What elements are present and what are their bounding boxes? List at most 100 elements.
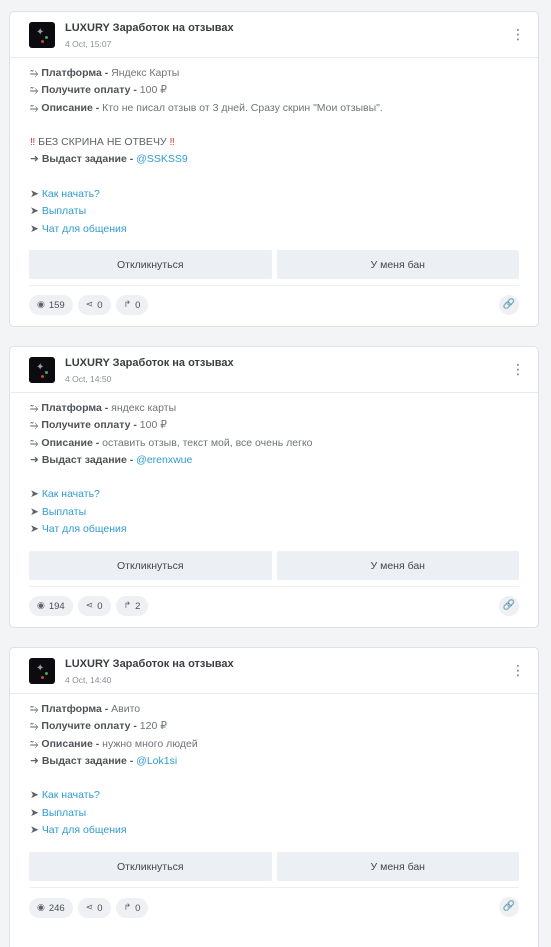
share-icon: ⋖ bbox=[85, 601, 94, 611]
forwards-counter[interactable]: ↱ 0 bbox=[115, 295, 149, 315]
more-options-icon[interactable]: ⋮ bbox=[511, 26, 525, 42]
more-options-icon[interactable]: ⋮ bbox=[511, 662, 525, 678]
forwards-counter[interactable]: ↱ 2 bbox=[115, 596, 149, 616]
shares-count: 0 bbox=[97, 600, 103, 612]
divider bbox=[10, 693, 538, 694]
link-payouts[interactable]: Выплаты bbox=[42, 807, 86, 819]
post-body: ⥲ Платформа - Яндекс Карты ⥲ Получите опла… bbox=[30, 65, 524, 238]
link-icon[interactable]: 🔗 bbox=[499, 596, 519, 616]
shares-counter[interactable]: ⋖ 0 bbox=[77, 596, 111, 616]
arrow-icon: ⥲ bbox=[30, 720, 39, 733]
forwards-counter[interactable]: ↱ 0 bbox=[115, 898, 149, 918]
post-actions: Откликнуться У меня бан bbox=[29, 551, 519, 580]
divider bbox=[29, 285, 519, 286]
link-how-to-start[interactable]: Как начать? bbox=[42, 789, 100, 801]
task-contact-link[interactable]: @SSKSS9 bbox=[136, 153, 188, 165]
eye-icon: ◉ bbox=[37, 601, 45, 611]
channel-avatar[interactable]: ✦ bbox=[29, 357, 55, 383]
divider bbox=[10, 57, 538, 58]
arrow-icon: ⥲ bbox=[30, 84, 39, 97]
banned-button[interactable]: У меня бан bbox=[276, 551, 519, 580]
channel-name[interactable]: LUXURY Заработок на отзывах bbox=[65, 357, 234, 369]
views-count: 194 bbox=[48, 600, 65, 612]
arrow-icon: ⥲ bbox=[30, 101, 39, 114]
divider bbox=[29, 887, 519, 888]
arrow-right-icon: ➜ bbox=[30, 754, 39, 767]
payment-value: 120 ₽ bbox=[139, 720, 167, 733]
post-stats: ◉ 159 ⋖ 0 ↱ 0 bbox=[29, 295, 149, 315]
more-options-icon[interactable]: ⋮ bbox=[511, 361, 525, 377]
forwards-count: 0 bbox=[135, 902, 141, 914]
channel-name[interactable]: LUXURY Заработок на отзывах bbox=[65, 22, 234, 34]
link-chat[interactable]: Чат для общения bbox=[42, 223, 127, 235]
channel-avatar[interactable]: ✦ bbox=[29, 22, 55, 48]
payment-label: Получите оплату - bbox=[41, 84, 137, 97]
link-icon[interactable]: 🔗 bbox=[499, 295, 519, 315]
post-actions: Откликнуться У меня бан bbox=[29, 250, 519, 279]
link-chat[interactable]: Чат для общения bbox=[42, 523, 127, 535]
forwards-count: 0 bbox=[135, 299, 141, 311]
task-contact-link[interactable]: @Lok1si bbox=[136, 755, 177, 767]
respond-button[interactable]: Откликнуться bbox=[29, 852, 272, 881]
respond-button[interactable]: Откликнуться bbox=[29, 250, 272, 279]
avatar-logo-icon: ✦ bbox=[36, 663, 45, 674]
arrow-icon: ⥲ bbox=[30, 67, 39, 79]
link-payouts[interactable]: Выплаты bbox=[42, 506, 86, 518]
respond-button[interactable]: Откликнуться bbox=[29, 551, 272, 580]
shares-counter[interactable]: ⋖ 0 bbox=[77, 898, 111, 918]
avatar-dot-icon bbox=[41, 375, 44, 378]
link-chat[interactable]: Чат для общения bbox=[42, 824, 127, 836]
views-count: 159 bbox=[48, 299, 65, 311]
arrow-icon: ⥲ bbox=[30, 737, 39, 750]
arrow-icon: ⥲ bbox=[30, 703, 39, 715]
platform-label: Платформа - bbox=[41, 402, 109, 414]
channel-name[interactable]: LUXURY Заработок на отзывах bbox=[65, 658, 234, 670]
pointer-icon: ➤ bbox=[30, 824, 39, 837]
payment-value: 100 ₽ bbox=[139, 419, 167, 432]
avatar-logo-icon: ✦ bbox=[36, 27, 45, 38]
payment-value: 100 ₽ bbox=[139, 84, 167, 97]
platform-value: Яндекс Карты bbox=[111, 67, 180, 79]
forward-icon: ↱ bbox=[123, 903, 132, 913]
link-how-to-start[interactable]: Как начать? bbox=[42, 488, 100, 500]
divider bbox=[29, 586, 519, 587]
post-date: 4 Oct, 14:40 bbox=[65, 675, 112, 685]
arrow-icon: ⥲ bbox=[30, 419, 39, 432]
avatar-dot-icon bbox=[41, 40, 44, 43]
link-payouts[interactable]: Выплаты bbox=[42, 205, 86, 217]
arrow-right-icon: ➜ bbox=[30, 153, 39, 166]
description-value: нужно много людей bbox=[102, 737, 198, 750]
link-how-to-start[interactable]: Как начать? bbox=[42, 188, 100, 200]
views-counter[interactable]: ◉ 246 bbox=[29, 898, 73, 918]
link-icon[interactable]: 🔗 bbox=[499, 897, 519, 917]
task-contact-link[interactable]: @erenxwue bbox=[136, 454, 192, 466]
description-label: Описание - bbox=[41, 737, 100, 750]
platform-value: яндекс карты bbox=[111, 402, 177, 414]
platform-value: Авито bbox=[111, 703, 141, 715]
post-card: ✦ LUXURY Заработок на отзывах 4 Oct, 14:… bbox=[9, 647, 539, 947]
exclamation-icon: ‼ bbox=[169, 136, 175, 149]
forward-icon: ↱ bbox=[123, 601, 132, 611]
post-actions: Откликнуться У меня бан bbox=[29, 852, 519, 881]
banned-button[interactable]: У меня бан bbox=[276, 852, 519, 881]
share-icon: ⋖ bbox=[85, 903, 94, 913]
avatar-dot-icon bbox=[45, 36, 48, 39]
pointer-icon: ➤ bbox=[30, 505, 39, 518]
avatar-dot-icon bbox=[45, 672, 48, 675]
post-date: 4 Oct, 15:07 bbox=[65, 39, 112, 49]
channel-avatar[interactable]: ✦ bbox=[29, 658, 55, 684]
forward-icon: ↱ bbox=[123, 300, 132, 310]
avatar-logo-icon: ✦ bbox=[36, 362, 45, 373]
views-counter[interactable]: ◉ 159 bbox=[29, 295, 73, 315]
banned-button[interactable]: У меня бан bbox=[276, 250, 519, 279]
post-card: ✦ LUXURY Заработок на отзывах 4 Oct, 14:… bbox=[9, 346, 539, 628]
avatar-dot-icon bbox=[45, 371, 48, 374]
views-counter[interactable]: ◉ 194 bbox=[29, 596, 73, 616]
shares-counter[interactable]: ⋖ 0 bbox=[77, 295, 111, 315]
shares-count: 0 bbox=[97, 902, 103, 914]
payment-label: Получите оплату - bbox=[41, 419, 137, 432]
warning-text: БЕЗ СКРИНА НЕ ОТВЕЧУ bbox=[38, 136, 167, 149]
exclamation-icon: ‼ bbox=[30, 136, 36, 149]
shares-count: 0 bbox=[97, 299, 103, 311]
share-icon: ⋖ bbox=[85, 300, 94, 310]
